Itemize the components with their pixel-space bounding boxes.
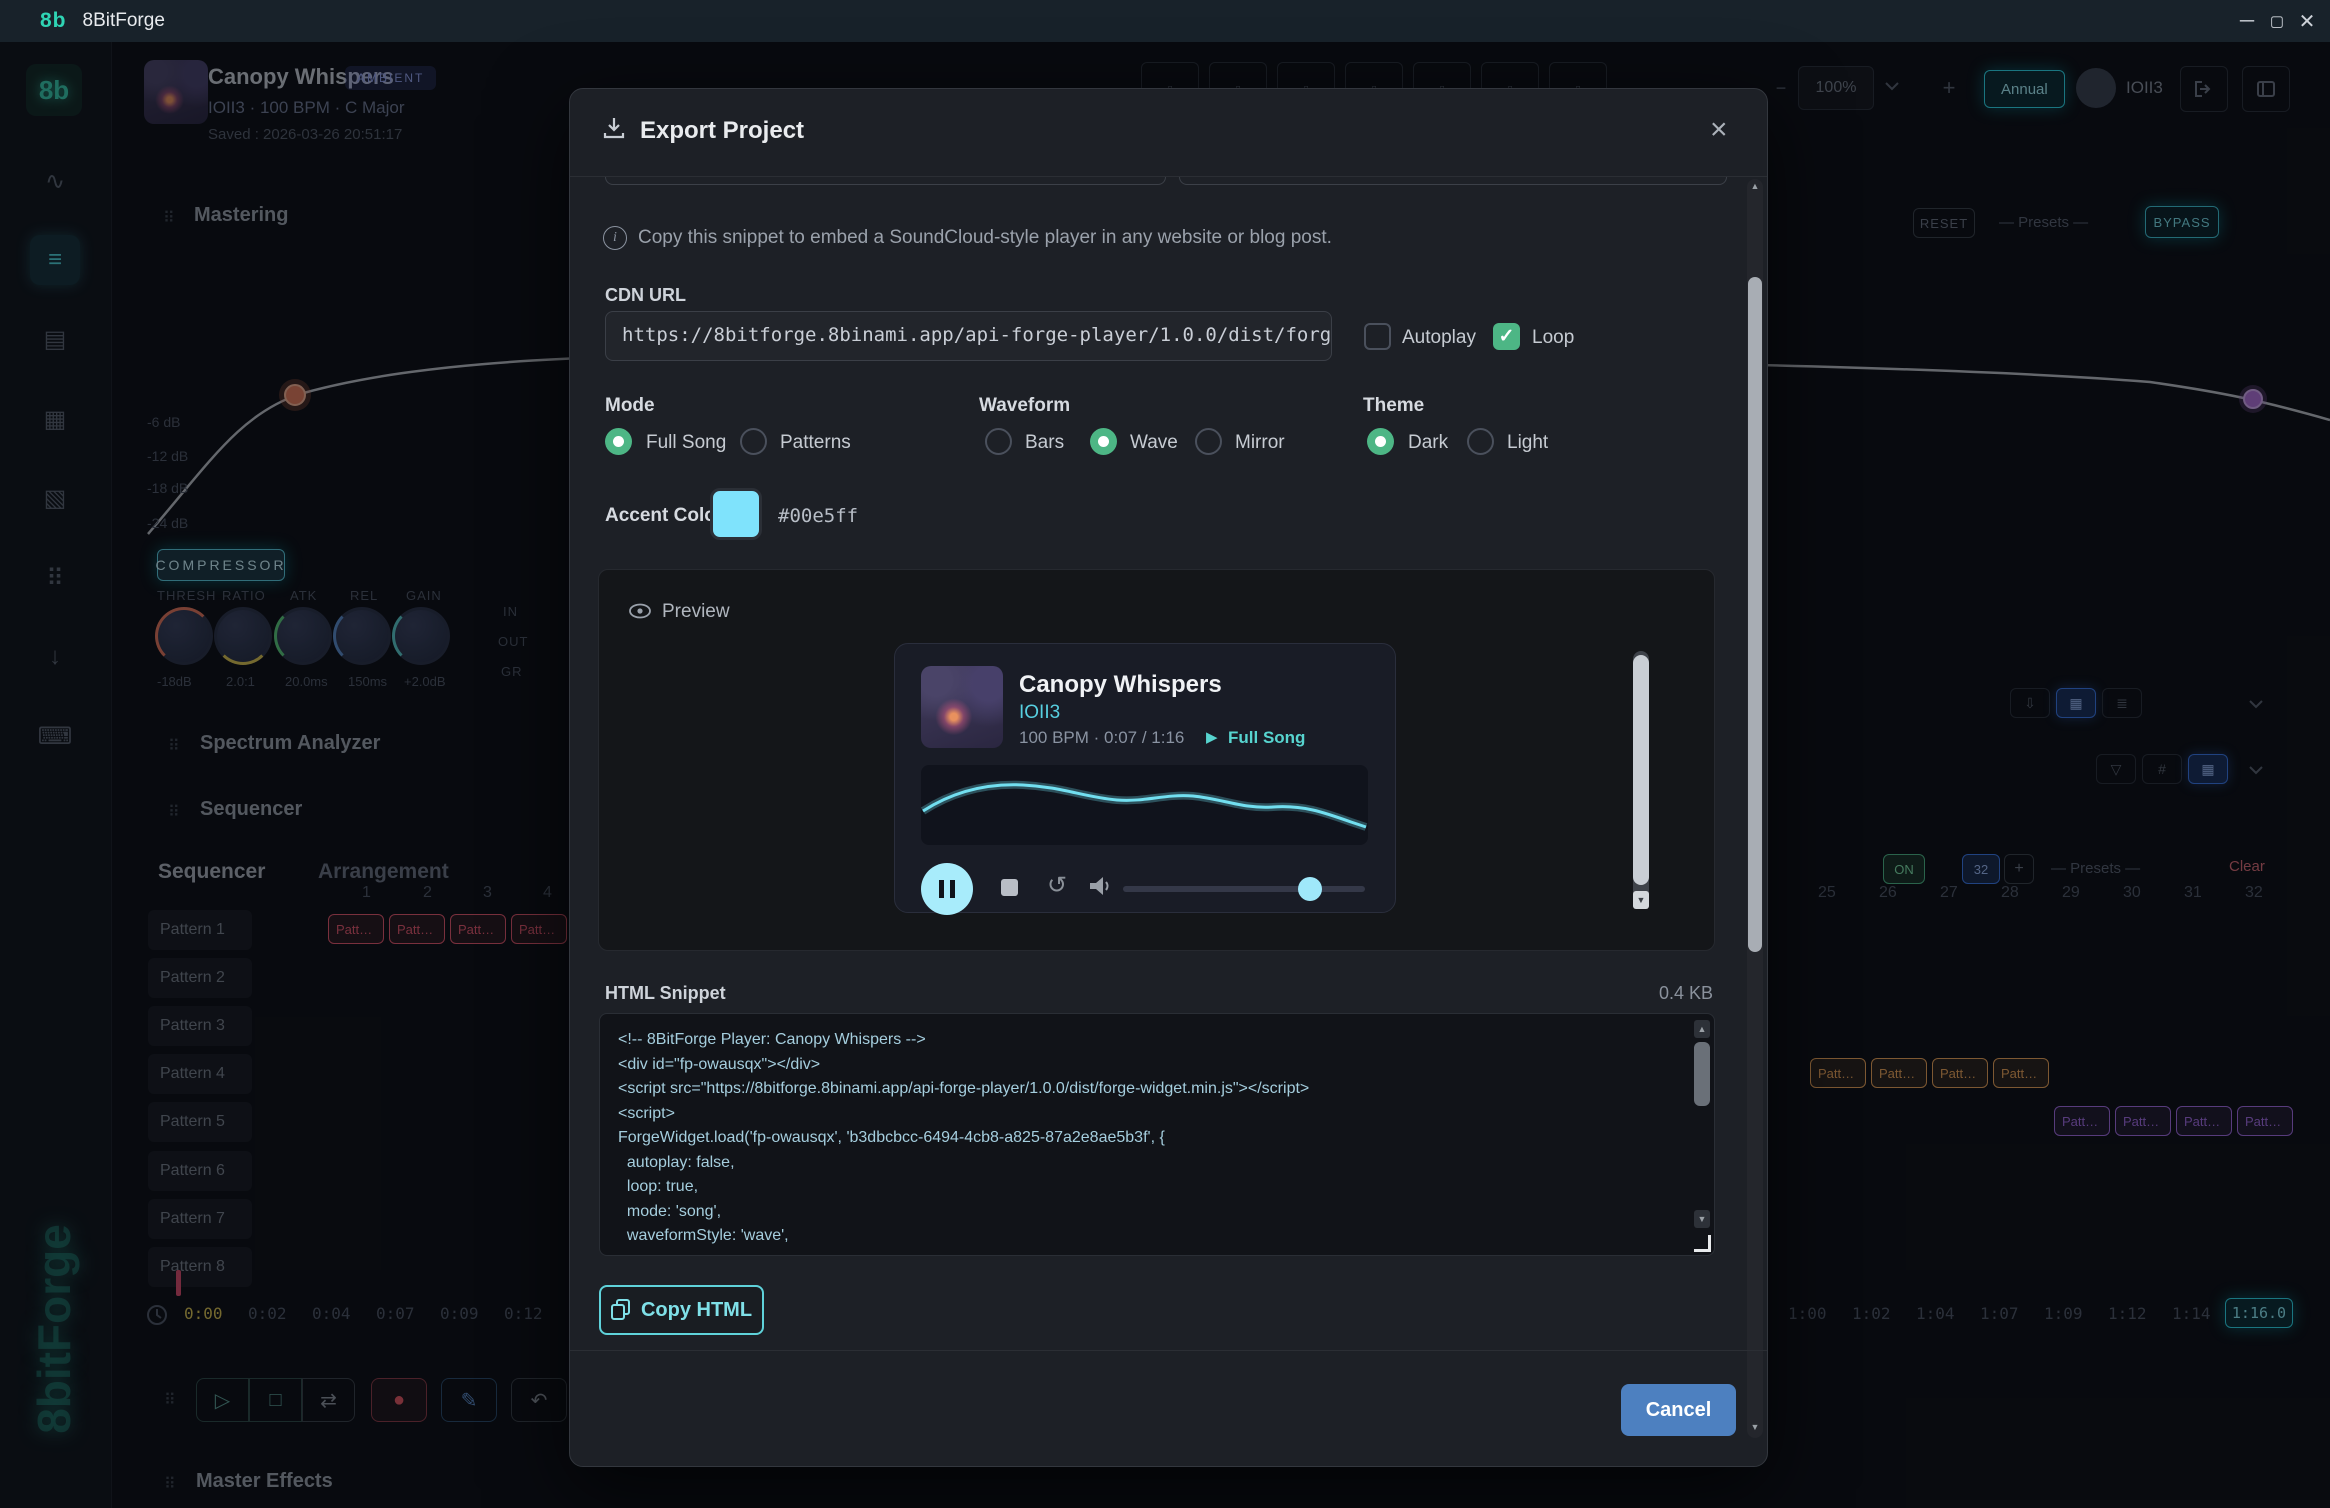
waveform-wave-radio[interactable]	[1090, 428, 1117, 455]
titlebar: 8b 8BitForge ─ ▢ ✕	[0, 0, 2330, 42]
app-title: 8BitForge	[83, 10, 165, 32]
loop-label[interactable]: Loop	[1532, 327, 1574, 349]
copy-html-button[interactable]: Copy HTML	[599, 1285, 764, 1335]
accent-color-hex: #00e5ff	[778, 505, 858, 527]
copy-icon	[611, 1299, 631, 1321]
app-window: 8b 8BitForge ─ ▢ ✕ 8b ∿ ≡ ▤ ▦ ▧ ⠿ ↓ ⌨ 8b…	[0, 0, 2330, 1508]
download-icon	[601, 115, 627, 146]
modal-title: Export Project	[640, 117, 804, 145]
app-logo: 8b	[40, 9, 67, 33]
preview-scrollbar-down-arrow[interactable]: ▼	[1633, 891, 1649, 909]
scrolled-input-partial[interactable]	[1179, 177, 1727, 185]
mode-patterns-label[interactable]: Patterns	[780, 432, 851, 454]
code-line: loop: true,	[618, 1175, 1696, 1200]
cdn-url-input[interactable]: https://8bitforge.8binami.app/api-forge-…	[605, 311, 1332, 361]
mode-group-label: Mode	[605, 395, 655, 417]
waveform-bars-radio[interactable]	[985, 428, 1012, 455]
modal-scrollbar-down-arrow[interactable]: ▼	[1747, 1422, 1763, 1438]
code-snippet-box[interactable]: <!-- 8BitForge Player: Canopy Whispers -…	[599, 1013, 1715, 1256]
export-project-modal: Export Project × i Copy this snippet to …	[569, 88, 1768, 1467]
accent-color-swatch[interactable]	[710, 488, 762, 540]
waveform-bars-label[interactable]: Bars	[1025, 432, 1064, 454]
theme-dark-label[interactable]: Dark	[1408, 432, 1448, 454]
divider	[570, 1350, 1767, 1351]
code-line: <div id="fp-owausqx"></div>	[618, 1053, 1696, 1078]
code-line: autoplay: false,	[618, 1151, 1696, 1176]
close-icon[interactable]: ×	[1710, 115, 1728, 145]
theme-light-label[interactable]: Light	[1507, 432, 1548, 454]
theme-group-label: Theme	[1363, 395, 1424, 417]
preview-scrollbar-thumb[interactable]	[1633, 655, 1649, 885]
pause-button[interactable]	[921, 863, 973, 915]
volume-icon[interactable]	[1088, 875, 1112, 902]
play-triangle-icon: ▶	[1206, 728, 1218, 746]
code-scrollbar-thumb[interactable]	[1694, 1042, 1710, 1106]
cdn-url-label: CDN URL	[605, 285, 686, 306]
player-mode-label: Full Song	[1228, 728, 1305, 748]
info-text: Copy this snippet to embed a SoundCloud-…	[638, 227, 1332, 249]
volume-slider-track[interactable]	[1123, 886, 1365, 892]
maximize-button[interactable]: ▢	[2262, 6, 2292, 36]
resize-grip[interactable]	[1694, 1235, 1711, 1252]
player-stop-button[interactable]	[1001, 879, 1018, 896]
autoplay-label[interactable]: Autoplay	[1402, 327, 1476, 349]
preview-label: Preview	[662, 601, 730, 623]
theme-light-radio[interactable]	[1467, 428, 1494, 455]
info-icon: i	[603, 226, 627, 250]
player-track-title: Canopy Whispers	[1019, 671, 1222, 699]
mode-full-song-radio[interactable]	[605, 428, 632, 455]
accent-color-label: Accent Color	[605, 505, 723, 527]
code-line: waveformStyle: 'wave',	[618, 1224, 1696, 1249]
player-loop-button[interactable]: ↺	[1047, 871, 1067, 900]
player-meta: 100 BPM · 0:07 / 1:16	[1019, 728, 1184, 748]
waveform-group-label: Waveform	[979, 395, 1070, 417]
close-window-button[interactable]: ✕	[2292, 6, 2322, 36]
mode-full-song-label[interactable]: Full Song	[646, 432, 726, 454]
player-waveform[interactable]	[921, 765, 1368, 845]
volume-slider-handle[interactable]	[1298, 877, 1322, 901]
mode-patterns-radio[interactable]	[740, 428, 767, 455]
code-line: <script src="https://8bitforge.8binami.a…	[618, 1077, 1696, 1102]
code-line: mode: 'song',	[618, 1200, 1696, 1225]
code-line: ForgeWidget.load('fp-owausqx', 'b3dbcbcc…	[618, 1126, 1696, 1151]
modal-scrollbar-thumb[interactable]	[1748, 277, 1762, 952]
waveform-wave-label[interactable]: Wave	[1130, 432, 1178, 454]
autoplay-checkbox[interactable]	[1364, 323, 1391, 350]
scrolled-input-partial[interactable]	[605, 177, 1166, 185]
code-scrollbar-up-arrow[interactable]: ▲	[1694, 1020, 1710, 1038]
code-scrollbar-down-arrow[interactable]: ▼	[1694, 1210, 1710, 1228]
waveform-mirror-label[interactable]: Mirror	[1235, 432, 1285, 454]
player-artist: IOII3	[1019, 702, 1060, 724]
theme-dark-radio[interactable]	[1367, 428, 1394, 455]
minimize-button[interactable]: ─	[2232, 6, 2262, 36]
code-line: <!-- 8BitForge Player: Canopy Whispers -…	[618, 1028, 1696, 1053]
html-snippet-label: HTML Snippet	[605, 983, 726, 1004]
code-line: <script>	[618, 1102, 1696, 1127]
waveform-mirror-radio[interactable]	[1195, 428, 1222, 455]
player-album-art	[921, 666, 1003, 748]
cancel-button[interactable]: Cancel	[1621, 1384, 1736, 1436]
snippet-size-label: 0.4 KB	[1628, 983, 1713, 1004]
eye-icon	[628, 603, 652, 624]
copy-html-label: Copy HTML	[641, 1299, 752, 1322]
loop-checkbox[interactable]: ✓	[1493, 323, 1520, 350]
modal-scrollbar-up-arrow[interactable]: ▲	[1747, 181, 1763, 197]
pause-icon	[939, 880, 955, 898]
modal-body: i Copy this snippet to embed a SoundClou…	[570, 177, 1767, 1438]
